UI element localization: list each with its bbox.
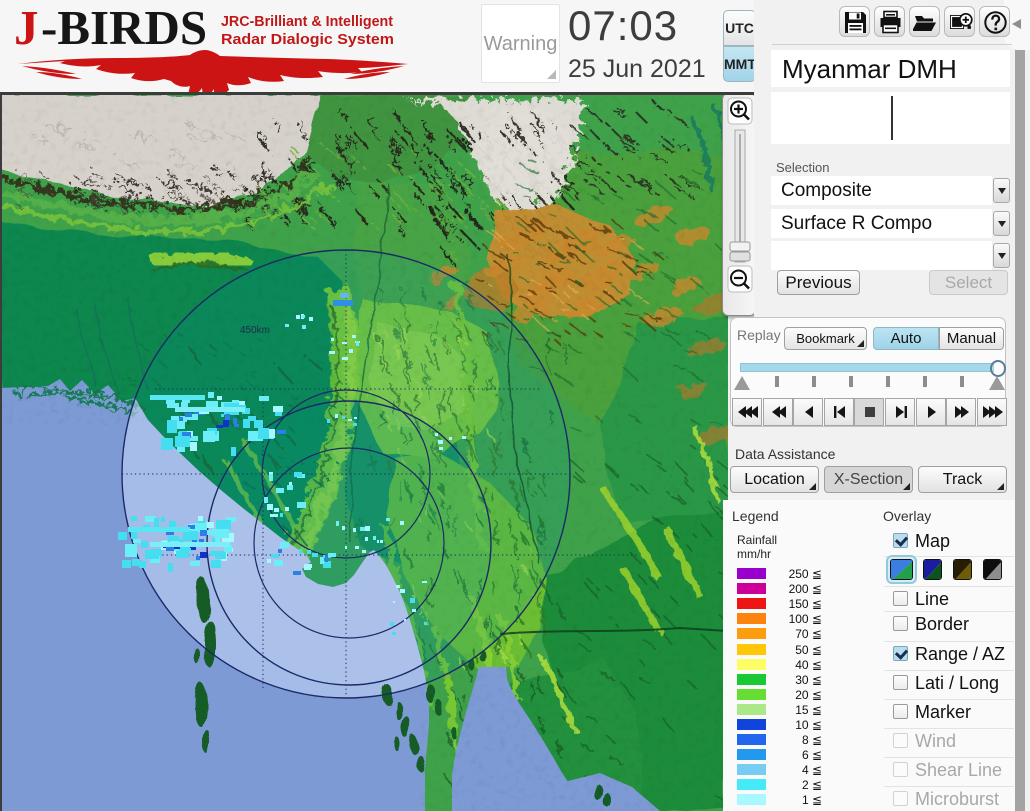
svg-text:450km: 450km	[240, 325, 270, 336]
svg-text:-BIRDS: -BIRDS	[41, 2, 207, 55]
svg-text:JRC-Brilliant & Intelligent: JRC-Brilliant & Intelligent	[221, 14, 393, 30]
svg-text:J: J	[14, 2, 39, 55]
svg-text:Radar Dialogic System: Radar Dialogic System	[221, 32, 394, 48]
